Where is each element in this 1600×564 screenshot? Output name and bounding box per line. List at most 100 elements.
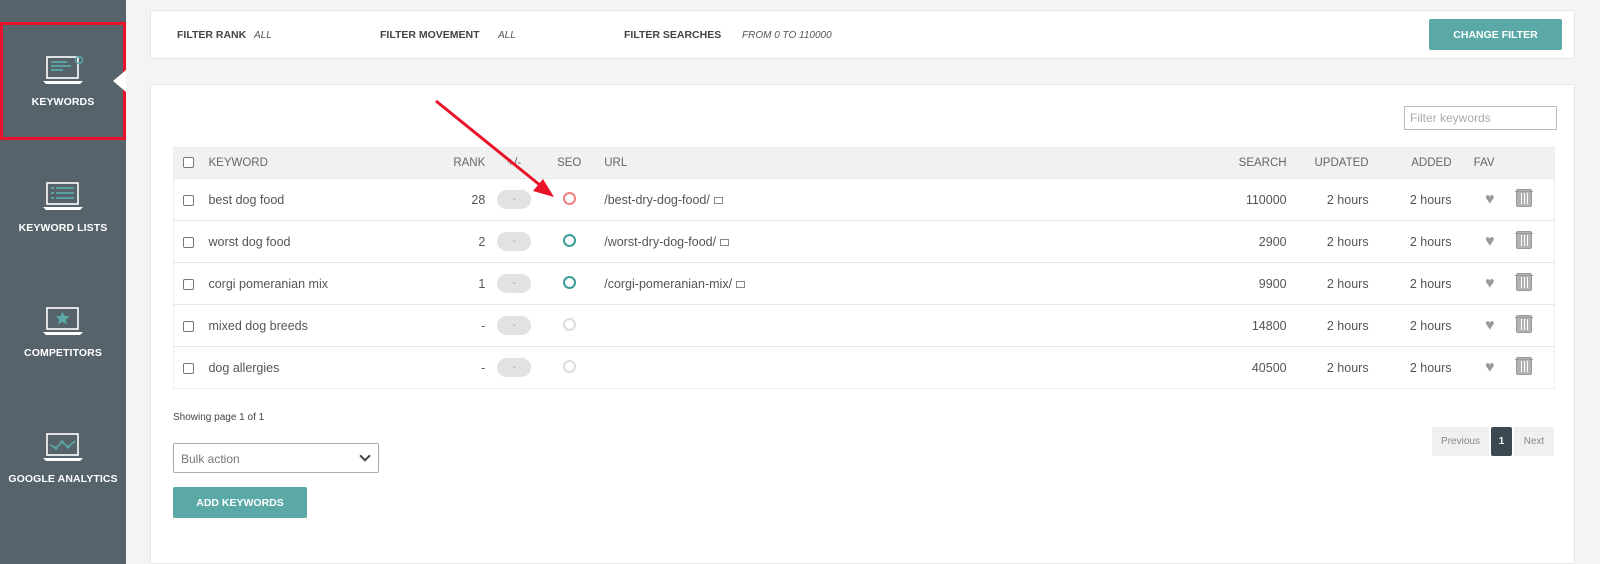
sidebar-item-label: KEYWORD LISTS — [18, 222, 108, 234]
added-cell: 2 hours — [1409, 234, 1452, 249]
header-seo[interactable]: SEO — [543, 148, 595, 179]
movement-badge: - — [497, 274, 532, 293]
filter-movement-label: FILTER MOVEMENT — [380, 29, 480, 41]
updated-cell: 2 hours — [1326, 318, 1369, 333]
search-volume-cell: 40500 — [1251, 360, 1287, 375]
url-link[interactable]: /best-dry-dog-food/ — [604, 193, 710, 207]
row-checkbox[interactable] — [183, 236, 194, 248]
movement-badge: - — [497, 190, 532, 209]
row-checkbox[interactable] — [183, 320, 194, 332]
table-row[interactable]: mixed dog breeds - - 14800 2 hours 2 hours ♥ — [173, 304, 1555, 347]
previous-page-button[interactable]: Previous — [1432, 427, 1489, 456]
sidebar-item-label: COMPETITORS — [24, 347, 102, 359]
trash-icon[interactable] — [1515, 231, 1534, 249]
select-all-checkbox[interactable] — [183, 157, 194, 169]
updated-cell: 2 hours — [1326, 234, 1369, 249]
external-link-icon[interactable] — [720, 238, 730, 246]
sidebar: KEYWORDS KEYWORD LISTS COMPETITORS GOOGL… — [0, 0, 126, 564]
external-link-icon[interactable] — [736, 280, 746, 288]
search-volume-cell: 2900 — [1258, 234, 1287, 249]
table-row[interactable]: worst dog food 2- /worst-dry-dog-food/2900… — [173, 220, 1555, 263]
change-filter-button[interactable]: CHANGE FILTER — [1429, 19, 1562, 50]
header-url[interactable]: URL — [595, 148, 1234, 179]
heart-icon[interactable]: ♥ — [1485, 275, 1495, 292]
added-cell: 2 hours — [1409, 318, 1452, 333]
seo-status-icon[interactable] — [562, 233, 576, 247]
sidebar-item-keyword-lists[interactable]: KEYWORD LISTS — [0, 148, 126, 266]
heart-icon[interactable]: ♥ — [1485, 359, 1495, 376]
header-fav[interactable]: FAV — [1452, 148, 1495, 179]
header-keyword[interactable]: KEYWORD — [208, 148, 434, 179]
add-keywords-button[interactable]: ADD KEYWORDS — [173, 487, 307, 518]
pagination: Previous 1 Next — [1432, 427, 1554, 456]
sidebar-item-label: GOOGLE ANALYTICS — [8, 473, 118, 485]
bulk-action-select[interactable]: Bulk action — [173, 443, 379, 473]
row-checkbox[interactable] — [183, 362, 194, 374]
seo-status-icon[interactable] — [562, 317, 576, 331]
keywords-table: KEYWORD RANK +/- SEO URL SEARCH UPDATED … — [173, 147, 1555, 389]
seo-status-icon[interactable] — [562, 275, 576, 289]
heart-icon[interactable]: ♥ — [1485, 191, 1495, 208]
filter-bar: FILTER RANK ALL FILTER MOVEMENT ALL FILT… — [150, 10, 1575, 59]
seo-status-icon[interactable] — [562, 191, 576, 205]
filter-searches-label: FILTER SEARCHES — [624, 29, 722, 41]
trash-icon[interactable] — [1515, 189, 1534, 207]
next-page-button[interactable]: Next — [1514, 427, 1554, 456]
sidebar-item-competitors[interactable]: COMPETITORS — [0, 273, 126, 391]
external-link-icon[interactable] — [713, 196, 723, 204]
keyword-cell: mixed dog breeds — [208, 318, 308, 333]
laptop-chart-icon — [43, 433, 83, 461]
table-row[interactable]: dog allergies - - 40500 2 hours 2 hours ♥ — [173, 346, 1555, 389]
keyword-cell: worst dog food — [208, 234, 291, 249]
row-checkbox[interactable] — [183, 194, 194, 206]
added-cell: 2 hours — [1409, 192, 1452, 207]
rank-cell: - — [481, 318, 486, 333]
header-added[interactable]: ADDED — [1369, 148, 1451, 179]
updated-cell: 2 hours — [1326, 192, 1369, 207]
sidebar-item-google-analytics[interactable]: GOOGLE ANALYTICS — [0, 399, 126, 517]
bulk-action-value: Bulk action — [181, 452, 240, 466]
keyword-cell: corgi pomeranian mix — [208, 276, 328, 291]
movement-badge: - — [497, 316, 532, 335]
filter-movement-value[interactable]: ALL — [498, 30, 516, 41]
keyword-cell: dog allergies — [208, 360, 280, 375]
seo-status-icon[interactable] — [562, 359, 576, 373]
header-rank[interactable]: RANK — [434, 148, 485, 179]
filter-rank-label: FILTER RANK — [177, 29, 247, 41]
added-cell: 2 hours — [1409, 276, 1452, 291]
updated-cell: 2 hours — [1326, 276, 1369, 291]
url-link[interactable]: /corgi-pomeranian-mix/ — [604, 277, 732, 291]
search-volume-cell: 110000 — [1245, 192, 1287, 207]
header-movement[interactable]: +/- — [485, 148, 543, 179]
sidebar-item-keywords[interactable]: KEYWORDS — [0, 22, 126, 140]
heart-icon[interactable]: ♥ — [1485, 317, 1495, 334]
movement-badge: - — [497, 358, 532, 377]
table-header-row: KEYWORD RANK +/- SEO URL SEARCH UPDATED … — [173, 147, 1555, 179]
row-checkbox[interactable] — [183, 278, 194, 290]
trash-icon[interactable] — [1515, 357, 1534, 375]
search-volume-cell: 9900 — [1258, 276, 1287, 291]
laptop-list-icon — [43, 182, 83, 210]
laptop-star-icon — [43, 307, 83, 335]
rank-cell: 2 — [478, 234, 486, 249]
keyword-cell: best dog food — [208, 192, 285, 207]
header-search[interactable]: SEARCH — [1235, 148, 1287, 179]
laptop-keywords-icon — [43, 55, 84, 84]
trash-icon[interactable] — [1515, 273, 1534, 291]
url-link[interactable]: /worst-dry-dog-food/ — [604, 235, 716, 249]
filter-rank-value[interactable]: ALL — [254, 30, 272, 41]
trash-icon[interactable] — [1515, 315, 1534, 333]
search-volume-cell: 14800 — [1251, 318, 1287, 333]
table-row[interactable]: best dog food 28- /best-dry-dog-food/11000… — [173, 178, 1555, 221]
heart-icon[interactable]: ♥ — [1485, 233, 1495, 250]
movement-badge: - — [497, 232, 532, 251]
rank-cell: 1 — [478, 276, 486, 291]
filter-keywords-input[interactable] — [1404, 106, 1557, 130]
chevron-down-icon — [359, 450, 371, 462]
table-row[interactable]: corgi pomeranian mix 1- /corgi-pomeranian-… — [173, 262, 1555, 305]
updated-cell: 2 hours — [1326, 360, 1369, 375]
filter-searches-value[interactable]: FROM 0 TO 110000 — [742, 30, 832, 41]
header-updated[interactable]: UPDATED — [1287, 148, 1368, 179]
page-1-button[interactable]: 1 — [1491, 427, 1512, 456]
rank-cell: - — [481, 360, 486, 375]
